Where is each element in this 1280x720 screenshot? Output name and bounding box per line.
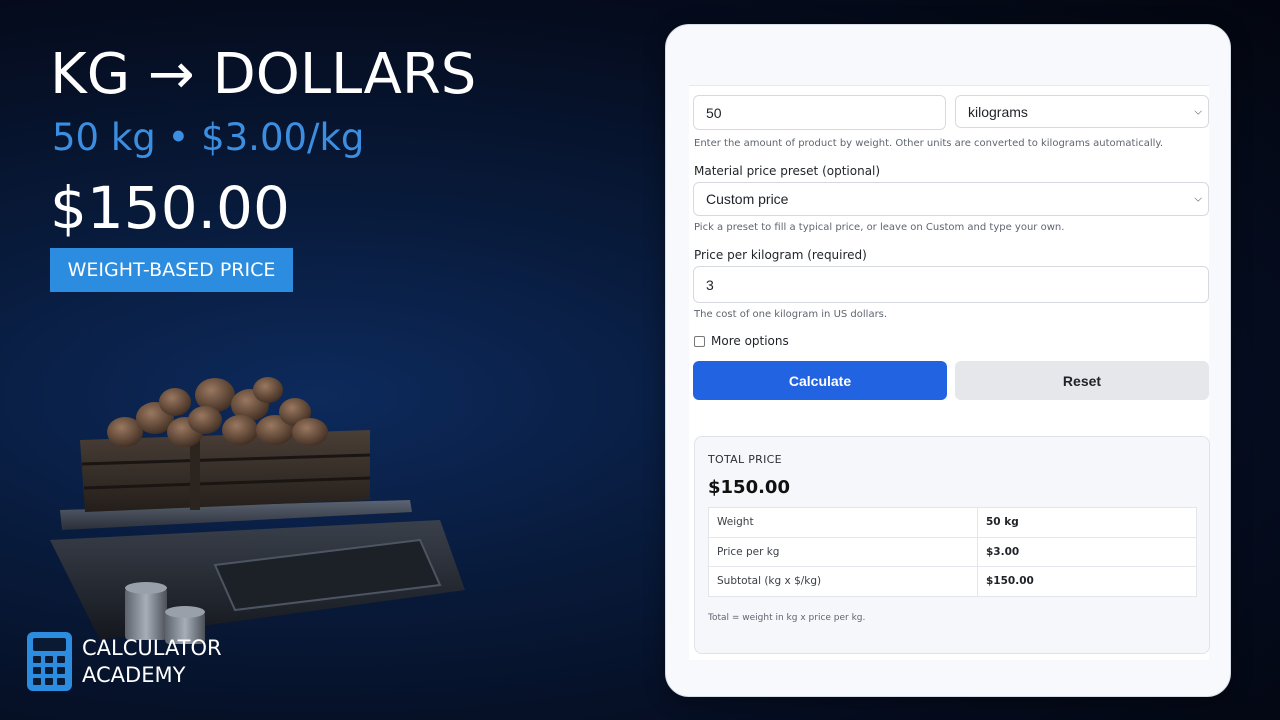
brand-logo: CALCULATOR ACADEMY	[27, 632, 222, 691]
brand-line-1: CALCULATOR	[82, 635, 222, 660]
table-row: Price per kg $3.00	[708, 536, 1197, 567]
result-total: $150.00	[708, 477, 790, 498]
calculator-icon	[27, 632, 72, 691]
calculate-button[interactable]: Calculate	[693, 361, 947, 400]
breakdown-name: Subtotal (kg x $/kg)	[708, 566, 978, 597]
breakdown-value: $150.00	[977, 566, 1197, 597]
reset-button[interactable]: Reset	[955, 361, 1209, 400]
preset-label: Material price preset (optional)	[694, 164, 881, 178]
chevron-down-icon: ⌵	[1194, 193, 1202, 205]
brand-line-2: ACADEMY	[82, 662, 186, 687]
scale-illustration	[50, 377, 465, 644]
breakdown-value: $3.00	[977, 536, 1197, 567]
hero-total: $150.00	[50, 174, 290, 242]
weight-input[interactable]: 50	[693, 95, 946, 130]
more-options-checkbox[interactable]	[694, 336, 705, 347]
hero-title: KG → DOLLARS	[50, 42, 477, 107]
chevron-down-icon: ⌵	[1194, 106, 1202, 117]
price-input[interactable]: 3	[693, 266, 1209, 303]
preset-select[interactable]: Custom price ⌵	[693, 182, 1209, 216]
more-options-label[interactable]: More options	[711, 334, 789, 348]
preset-value: Custom price	[706, 191, 789, 207]
weight-help: Enter the amount of product by weight. O…	[694, 138, 1164, 149]
breakdown-name: Weight	[708, 507, 978, 538]
result-label: TOTAL PRICE	[708, 453, 782, 466]
price-label: Price per kilogram (required)	[694, 248, 867, 262]
breakdown-table: Weight 50 kg Price per kg $3.00 Subtotal…	[708, 507, 1197, 597]
table-row: Weight 50 kg	[708, 507, 1197, 538]
breakdown-name: Price per kg	[708, 536, 978, 567]
hero-subtitle: 50 kg • $3.00/kg	[52, 116, 365, 159]
price-help: The cost of one kilogram in US dollars.	[694, 309, 888, 320]
result-panel: TOTAL PRICE $150.00 Weight 50 kg Price p…	[694, 436, 1210, 654]
weight-unit-value: kilograms	[968, 103, 1028, 120]
table-row: Subtotal (kg x $/kg) $150.00	[708, 566, 1197, 597]
preset-help: Pick a preset to fill a typical price, o…	[694, 222, 1065, 233]
breakdown-value: 50 kg	[977, 507, 1197, 538]
price-input-value: 3	[706, 276, 714, 293]
calculator-card: 50 kilograms ⌵ Enter the amount of produ…	[665, 24, 1231, 697]
brand-name: CALCULATOR ACADEMY	[82, 635, 222, 689]
weight-unit-select[interactable]: kilograms ⌵	[955, 95, 1209, 128]
result-note: Total = weight in kg x price per kg.	[708, 613, 866, 623]
weight-input-value: 50	[706, 104, 722, 121]
hero-badge: WEIGHT-BASED PRICE	[50, 248, 293, 292]
calculator-form: 50 kilograms ⌵ Enter the amount of produ…	[689, 85, 1210, 660]
